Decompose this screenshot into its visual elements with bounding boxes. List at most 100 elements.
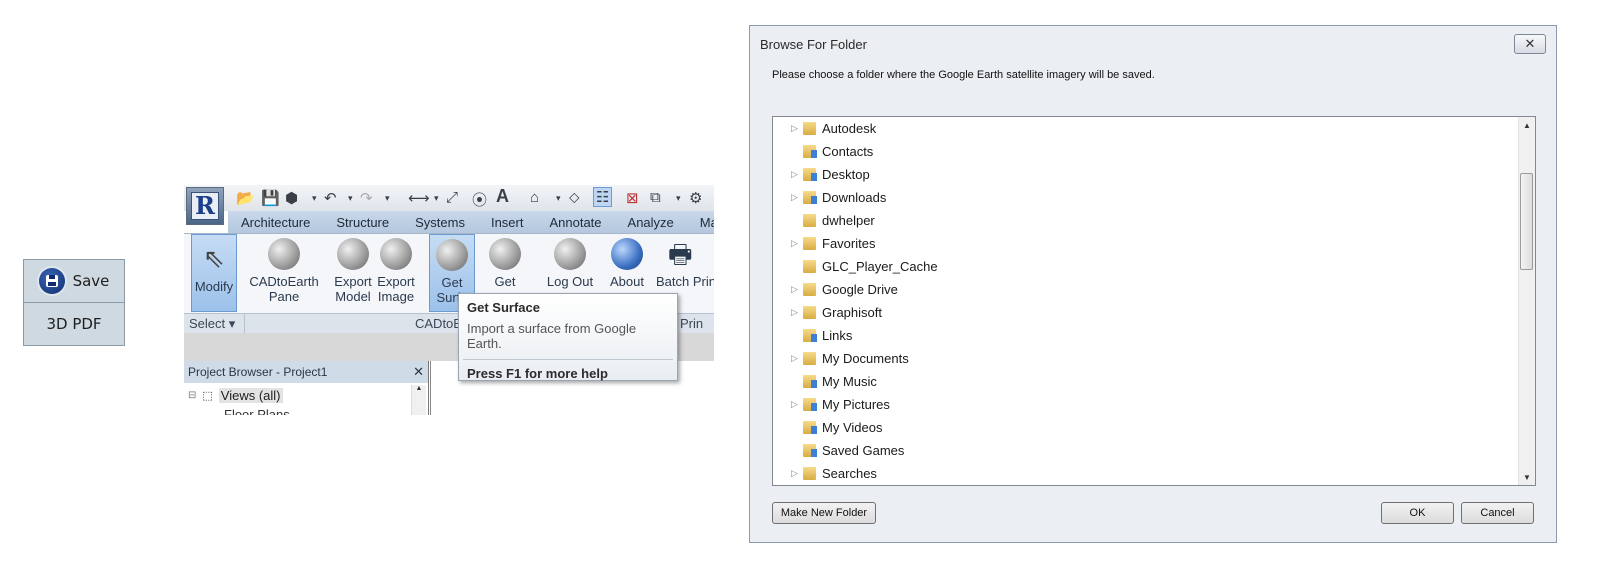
folder-label: Autodesk [822,121,877,136]
tooltip-help: Press F1 for more help [467,366,608,381]
folder-icon [803,352,816,365]
globe-download-icon [489,238,521,270]
cancel-button[interactable]: Cancel [1461,502,1534,524]
text-icon[interactable]: A [496,186,509,207]
switch-windows-icon[interactable]: ⧉ [650,189,661,206]
project-browser-header: Project Browser - Project1 ✕ [184,361,428,383]
tag-icon[interactable]: ⦿ [472,189,487,210]
folder-label: Contacts [822,144,874,159]
expand-arrow-icon[interactable]: ▷ [791,468,798,479]
folder-icon [803,283,816,296]
folder-label: My Videos [822,420,883,435]
sync-icon[interactable]: ⬢ [285,189,298,207]
tab-annotate[interactable]: Annotate [536,215,614,230]
folder-item[interactable]: Saved Games [773,439,1518,462]
folder-icon [803,306,816,319]
folder-label: My Music [822,374,877,389]
3d-pdf-button[interactable]: 3D PDF [24,302,124,345]
scroll-up-arrow-icon[interactable]: ▲ [1519,117,1535,133]
folder-item[interactable]: My Videos [773,416,1518,439]
export-model-button[interactable]: Export Model [332,234,374,310]
expand-arrow-icon[interactable]: ▷ [791,307,798,318]
tab-insert[interactable]: Insert [478,215,537,230]
tab-analyze[interactable]: Analyze [615,215,687,230]
folder-item[interactable]: GLC_Player_Cache [773,255,1518,278]
tab-structure[interactable]: Structure [323,215,402,230]
collapse-icon[interactable]: ⊟ [188,390,196,401]
ok-button[interactable]: OK [1381,502,1454,524]
expand-arrow-icon[interactable]: ▷ [791,123,798,134]
folder-icon [803,145,817,158]
dropdown-icon[interactable]: ▾ [676,193,681,204]
ribbon-tabs: Architecture Structure Systems Insert An… [228,211,714,233]
folder-item[interactable]: ▷ Graphisoft [773,301,1518,324]
modify-button[interactable]: ⇖ Modify [191,234,237,312]
dropdown-icon[interactable]: ▾ [556,193,561,204]
tab-massing[interactable]: Massing & [687,215,714,230]
folder-tree[interactable]: ▷ Autodesk Contacts ▷ Desktop ▷ Downloads dwhel… [772,116,1536,486]
save-icon[interactable]: 💾 [261,189,280,207]
3d-view-icon[interactable]: ⌂ [530,189,539,206]
folder-item[interactable]: ▷ My Documents [773,347,1518,370]
thin-lines-icon[interactable]: ☷ [593,187,613,207]
section-icon[interactable]: ⬦ [569,189,580,206]
close-hidden-windows-icon[interactable]: ⊠ [626,189,639,207]
scrollbar-thumb[interactable] [1520,173,1533,270]
floor-plans-node[interactable]: Floor Plans [224,407,290,415]
folder-item[interactable]: Links [773,324,1518,347]
cadtoearth-panel-label: CADtoE [415,316,462,331]
folder-item[interactable]: My Music [773,370,1518,393]
folder-item[interactable]: Contacts [773,140,1518,163]
folder-icon [803,122,816,135]
expand-arrow-icon[interactable]: ▷ [791,238,798,249]
vertical-scrollbar[interactable]: ▲ ▼ [1518,117,1535,485]
open-icon[interactable]: 📂 [236,189,255,207]
expand-arrow-icon[interactable]: ▷ [791,192,798,203]
redo-icon[interactable]: ↷ [360,189,373,207]
measure-icon[interactable]: ⟷ [408,189,430,207]
revit-logo[interactable]: R [186,187,224,225]
dropdown-icon[interactable]: ▾ [385,193,390,204]
folder-label: Desktop [822,167,870,182]
project-browser-scrollbar[interactable]: ▲ [411,385,426,415]
cadtoearth-pane-button[interactable]: CADtoEarth Pane [248,234,320,310]
expand-arrow-icon[interactable]: ▷ [791,284,798,295]
folder-item[interactable]: ▷ Google Drive [773,278,1518,301]
folder-item[interactable]: ▷ My Pictures [773,393,1518,416]
expand-arrow-icon[interactable]: ▷ [791,399,798,410]
folder-item[interactable]: ▷ Searches [773,462,1518,485]
tab-architecture[interactable]: Architecture [228,215,323,230]
folder-item[interactable]: ▷ Desktop [773,163,1518,186]
folder-item[interactable]: ▷ Downloads [773,186,1518,209]
aligned-dimension-icon[interactable]: ⤢ [446,189,458,206]
folder-item[interactable]: dwhelper [773,209,1518,232]
export-image-button[interactable]: Export Image [375,234,417,310]
save-button[interactable]: Save [24,260,124,302]
folder-icon [803,444,817,457]
expand-arrow-icon[interactable]: ▷ [791,353,798,364]
tab-systems[interactable]: Systems [402,215,478,230]
globe-icon [268,238,300,270]
quick-access-toolbar: 📂 💾 ⬢ ▾ ↶ ▾ ↷ ▾ ⟷ ▾ ⤢ ⦿ A ⌂ ▾ ⬦ ☷ ⊠ ⧉ ▾ … [184,185,714,211]
expand-arrow-icon[interactable]: ▷ [791,169,798,180]
folder-item[interactable]: ▷ Favorites [773,232,1518,255]
undo-icon[interactable]: ↶ [324,189,337,207]
project-browser-close-icon[interactable]: ✕ [413,364,424,380]
scroll-down-arrow-icon[interactable]: ▼ [1519,469,1535,485]
scroll-up-arrow-icon[interactable]: ▲ [412,385,426,392]
cursor-icon: ⇖ [203,243,225,273]
views-all-node[interactable]: ⊟ ⬚ Views (all) [188,388,283,403]
folder-icon [803,260,816,273]
close-button[interactable]: ✕ [1514,34,1546,54]
make-new-folder-button[interactable]: Make New Folder [772,502,876,524]
project-browser: Project Browser - Project1 ✕ ⊟ ⬚ Views (… [184,361,429,415]
dropdown-icon[interactable]: ▾ [434,193,439,204]
dropdown-icon[interactable]: ▾ [312,193,317,204]
folder-item[interactable]: ▷ Autodesk [773,117,1518,140]
close-icon: ✕ [1524,36,1536,51]
globe-download-icon [436,239,468,271]
dropdown-icon[interactable]: ▾ [348,193,353,204]
folder-icon [803,421,817,434]
customize-icon[interactable]: ⚙ [689,189,702,207]
select-dropdown[interactable]: Select ▾ [189,316,235,332]
